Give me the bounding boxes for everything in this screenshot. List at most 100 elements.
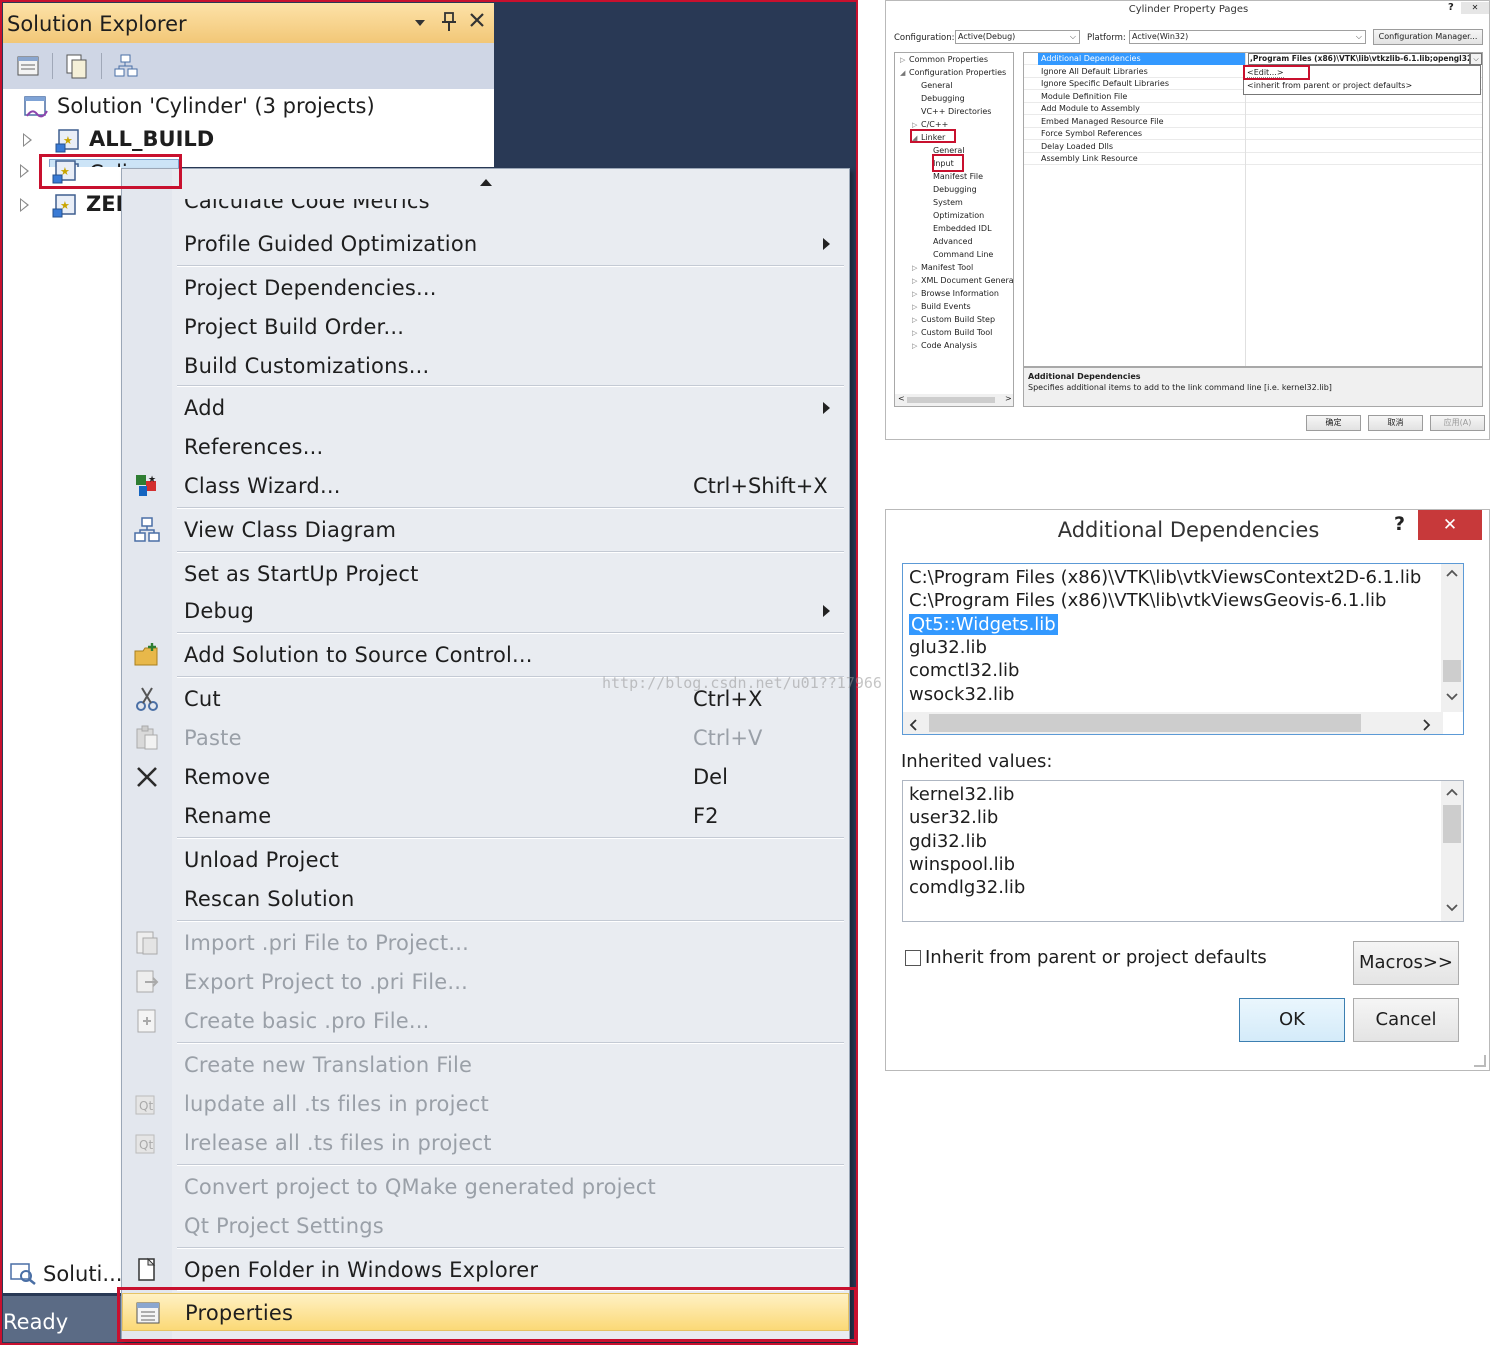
close-button[interactable]: ✕ [1418, 510, 1482, 540]
show-all-files-icon[interactable] [63, 53, 89, 79]
close-icon[interactable] [468, 11, 486, 35]
tree-item-command-line[interactable]: Command Line [933, 250, 993, 259]
scroll-left-icon[interactable] [909, 716, 917, 735]
expand-arrow-icon[interactable] [20, 198, 29, 212]
expand-arrow-icon[interactable]: ▷ [900, 56, 905, 64]
resize-grip-icon[interactable] [1474, 1055, 1486, 1067]
tree-item-common-properties[interactable]: Common Properties [909, 55, 988, 64]
dependency-line[interactable]: C:\Program Files (x86)\VTK\lib\vtkViewsC… [909, 567, 1421, 588]
vertical-scrollbar[interactable] [1441, 564, 1463, 712]
tree-item-embedded-idl[interactable]: Embedded IDL [933, 224, 992, 233]
grid-row[interactable]: Assembly Link Resource [1024, 153, 1482, 166]
inherit-checkbox-label[interactable]: Inherit from parent or project defaults [925, 947, 1267, 968]
tree-item-optimization[interactable]: Optimization [933, 211, 984, 220]
scroll-left-icon[interactable]: < [898, 394, 905, 403]
collapse-arrow-icon[interactable]: ◢ [900, 69, 905, 77]
menu-item-create-basic-pro-file[interactable]: Create basic .pro File... [122, 1002, 849, 1040]
menu-item-rescan-solution[interactable]: Rescan Solution [122, 880, 849, 918]
menu-item-lrelease-all-ts-files-in-project[interactable]: Qt lrelease all .ts files in project [122, 1124, 849, 1162]
dependency-line[interactable]: wsock32.lib [909, 684, 1015, 705]
menu-item-set-as-startup-project[interactable]: Set as StartUp Project [122, 555, 849, 593]
macros-button[interactable]: Macros>> [1353, 941, 1459, 985]
dependencies-edit-list[interactable]: C:\Program Files (x86)\VTK\lib\vtkViewsC… [902, 563, 1464, 735]
expand-arrow-icon[interactable] [23, 133, 32, 147]
menu-item-qt-project-settings[interactable]: Qt Project Settings [122, 1207, 849, 1245]
menu-item-import-pri-file-to-project[interactable]: Import .pri File to Project... [122, 924, 849, 962]
scroll-thumb[interactable] [929, 714, 1361, 732]
configuration-combo[interactable]: Active(Debug) ⌵ [955, 30, 1080, 44]
menu-item-view-class-diagram[interactable]: View Class Diagram [122, 511, 849, 549]
dropdown-option-inherit[interactable]: <inherit from parent or project defaults… [1247, 81, 1412, 90]
cancel-button[interactable]: Cancel [1353, 998, 1459, 1042]
grid-row[interactable]: Delay Loaded Dlls [1024, 141, 1482, 153]
tree-item-c-c-[interactable]: C/C++ [921, 120, 948, 129]
chevron-down-icon[interactable]: ⌵ [1470, 53, 1482, 65]
help-button[interactable]: ? [1394, 513, 1405, 535]
expand-arrow-icon[interactable]: ▷ [912, 290, 917, 298]
scroll-thumb[interactable] [1443, 660, 1461, 682]
expand-arrow-icon[interactable]: ▷ [912, 277, 917, 285]
dependency-line[interactable]: comctl32.lib [909, 660, 1019, 681]
menu-item-remove[interactable]: Remove Del [122, 758, 849, 796]
tree-hscrollbar[interactable]: < > [895, 394, 1013, 406]
properties-toolbar-icon[interactable] [15, 53, 41, 79]
expand-arrow-icon[interactable]: ▷ [912, 121, 917, 129]
menu-item-add-solution-to-source-control[interactable]: Add Solution to Source Control... [122, 636, 849, 674]
menu-item-unload-project[interactable]: Unload Project [122, 841, 849, 879]
tree-item-browse-information[interactable]: Browse Information [921, 289, 999, 298]
dependency-line[interactable]: C:\Program Files (x86)\VTK\lib\vtkViewsG… [909, 590, 1386, 611]
menu-item-project-build-order[interactable]: Project Build Order... [122, 308, 849, 346]
tree-item-system[interactable]: System [933, 198, 963, 207]
menu-item-profile-guided-optimization[interactable]: Profile Guided Optimization [122, 225, 849, 263]
tree-item-custom-build-tool[interactable]: Custom Build Tool [921, 328, 992, 337]
menu-item-create-new-translation-file[interactable]: Create new Translation File [122, 1046, 849, 1084]
tree-item-manifest-tool[interactable]: Manifest Tool [921, 263, 973, 272]
grid-row[interactable]: Additional Dependencies ,Program Files (x… [1024, 53, 1482, 66]
menu-item-add[interactable]: Add [122, 389, 849, 427]
close-button[interactable]: ✕ [1461, 2, 1489, 14]
tree-item-build-events[interactable]: Build Events [921, 302, 971, 311]
tree-item-debugging[interactable]: Debugging [933, 185, 977, 194]
scroll-down-icon[interactable] [1441, 899, 1463, 919]
scroll-right-icon[interactable] [1423, 716, 1431, 735]
tree-item-advanced[interactable]: Advanced [933, 237, 973, 246]
configuration-manager-button[interactable]: Configuration Manager... [1373, 29, 1483, 45]
scroll-down-icon[interactable] [1441, 688, 1463, 708]
expand-arrow-icon[interactable]: ▷ [912, 329, 917, 337]
solution-explorer-tab[interactable]: Soluti... [3, 1253, 122, 1293]
tree-item-debugging[interactable]: Debugging [921, 94, 965, 103]
platform-combo[interactable]: Active(Win32) ⌵ [1129, 30, 1366, 44]
menu-item-project-dependencies[interactable]: Project Dependencies... [122, 269, 849, 307]
grid-row[interactable]: Embed Managed Resource File [1024, 116, 1482, 128]
help-button[interactable]: ? [1448, 2, 1454, 13]
ok-button[interactable]: OK [1239, 998, 1345, 1042]
scroll-up-icon[interactable] [1441, 564, 1463, 584]
expand-arrow-icon[interactable]: ▷ [912, 264, 917, 272]
expand-arrow-icon[interactable]: ▷ [912, 316, 917, 324]
menu-item-debug[interactable]: Debug [122, 592, 849, 630]
tree-item-xml-document-generat[interactable]: XML Document Generat [921, 276, 1013, 285]
tree-item-custom-build-step[interactable]: Custom Build Step [921, 315, 995, 324]
menu-scroll-up-icon[interactable] [480, 179, 492, 186]
scroll-right-icon[interactable]: > [1005, 394, 1012, 403]
scroll-up-icon[interactable] [1441, 783, 1463, 803]
grid-row[interactable]: Add Module to Assembly [1024, 103, 1482, 116]
menu-item-export-project-to-pri-file[interactable]: Export Project to .pri File... [122, 963, 849, 1001]
tree-item-manifest-file[interactable]: Manifest File [933, 172, 983, 181]
scroll-thumb[interactable] [907, 397, 995, 403]
pin-icon[interactable] [441, 11, 457, 39]
menu-item-open-folder-in-windows-explorer[interactable]: Open Folder in Windows Explorer [122, 1251, 849, 1289]
class-view-icon[interactable] [113, 53, 139, 79]
menu-item-references[interactable]: References... [122, 428, 849, 466]
menu-item-build-customizations[interactable]: Build Customizations... [122, 347, 849, 385]
inherit-checkbox[interactable] [905, 950, 921, 966]
expand-arrow-icon[interactable]: ▷ [912, 303, 917, 311]
cancel-button[interactable]: 取消 [1368, 415, 1423, 431]
dependency-line[interactable]: Qt5::Widgets.lib [909, 613, 1058, 635]
menu-item-rename[interactable]: Rename F2 [122, 797, 849, 835]
menu-item-paste[interactable]: Paste Ctrl+V [122, 719, 849, 757]
dropdown-icon[interactable] [413, 11, 427, 35]
menu-item-class-wizard[interactable]: ★ Class Wizard... Ctrl+Shift+X [122, 467, 849, 505]
tree-item-code-analysis[interactable]: Code Analysis [921, 341, 977, 350]
tree-item-general[interactable]: General [921, 81, 953, 90]
